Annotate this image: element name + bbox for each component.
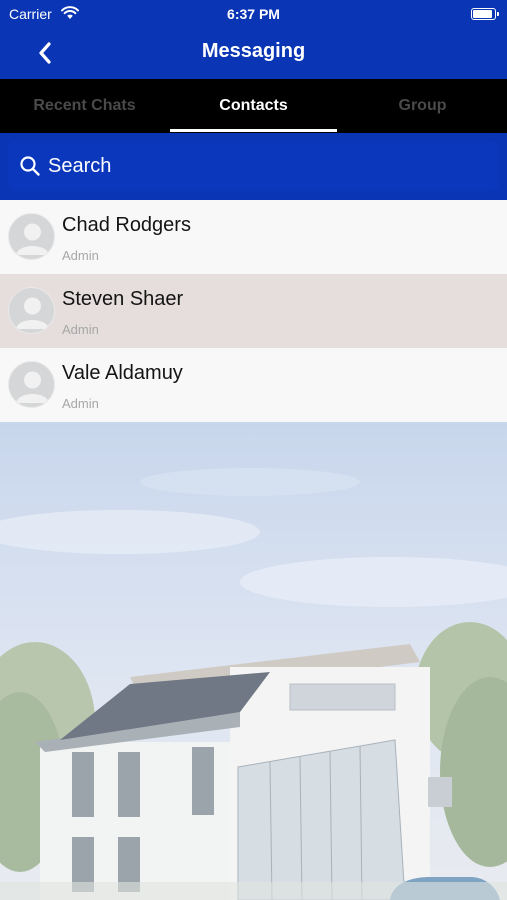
status-bar: Carrier 6:37 PM	[0, 0, 507, 28]
avatar-placeholder-icon	[8, 213, 55, 260]
contact-role: Admin	[62, 396, 99, 411]
contact-name: Chad Rodgers	[62, 214, 191, 236]
app-header: Carrier 6:37 PM Messaging	[0, 0, 507, 79]
search-placeholder: Search	[48, 154, 112, 177]
background-house-image	[0, 422, 507, 900]
status-time: 6:37 PM	[227, 6, 280, 22]
contact-row[interactable]: Steven Shaer Admin	[0, 274, 507, 348]
contact-name: Steven Shaer	[62, 288, 184, 310]
contact-row[interactable]: Chad Rodgers Admin	[0, 200, 507, 274]
tab-group[interactable]: Group	[338, 79, 507, 133]
contacts-list: Chad Rodgers Admin Steven Shaer Admin Va…	[0, 200, 507, 422]
contact-name: Vale Aldamuy	[62, 362, 183, 384]
avatar-placeholder-icon	[8, 287, 55, 334]
search-icon	[20, 156, 40, 176]
tab-bar: Recent Chats Contacts Group	[0, 79, 507, 133]
tab-recent-chats[interactable]: Recent Chats	[0, 79, 169, 133]
contact-role: Admin	[62, 248, 99, 263]
contact-role: Admin	[62, 322, 99, 337]
avatar-placeholder-icon	[8, 361, 55, 408]
search-bar-container: Search	[0, 133, 507, 200]
search-input[interactable]: Search	[8, 141, 499, 191]
tab-contacts[interactable]: Contacts	[169, 79, 338, 133]
contact-row[interactable]: Vale Aldamuy Admin	[0, 348, 507, 422]
battery-icon	[471, 8, 499, 20]
page-title: Messaging	[201, 40, 306, 62]
